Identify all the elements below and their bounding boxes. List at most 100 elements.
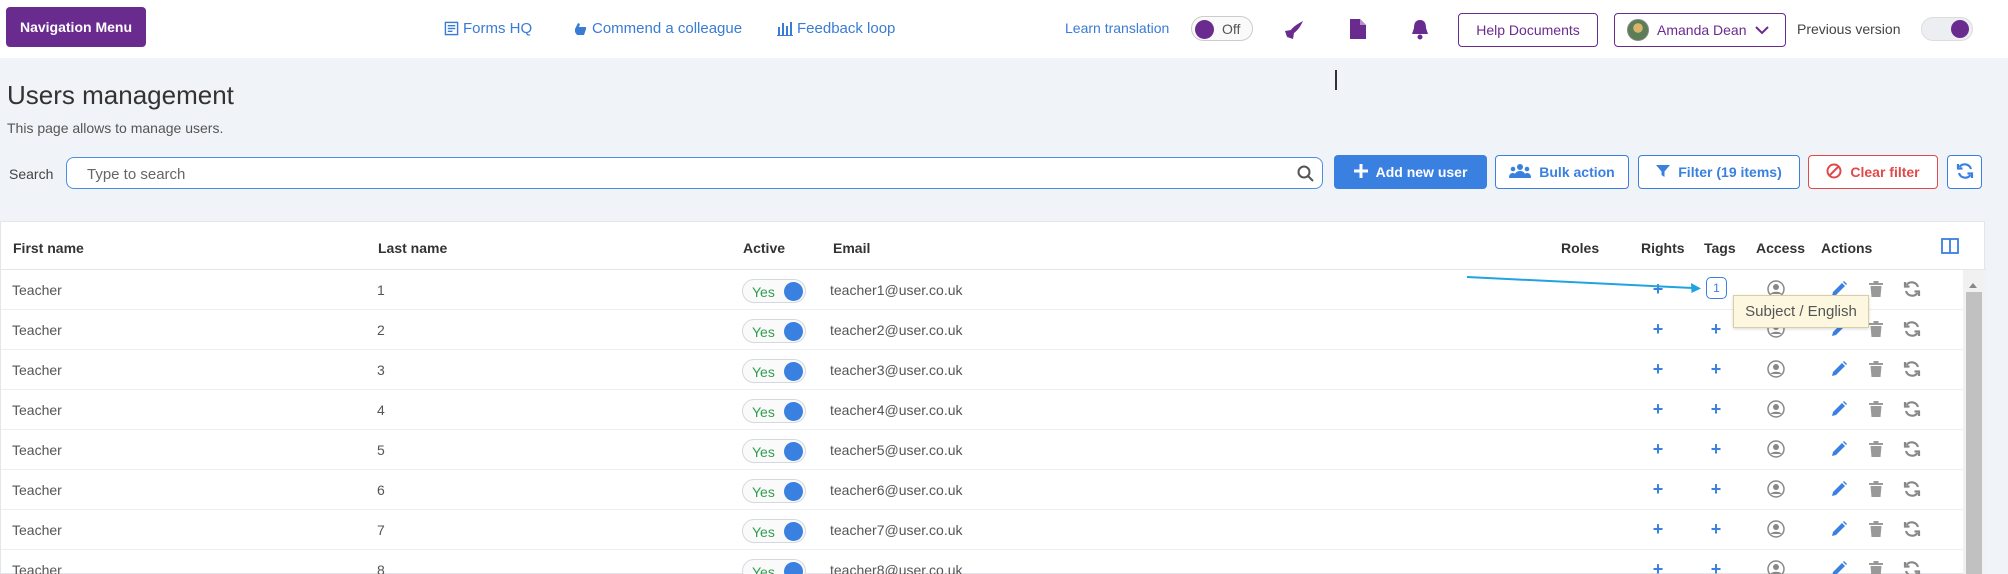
filter-button[interactable]: Filter (19 items) — [1638, 155, 1800, 189]
edit-icon[interactable] — [1828, 438, 1850, 460]
cell-first-name: Teacher — [12, 322, 62, 338]
add-rights-icon[interactable]: + — [1649, 319, 1667, 339]
add-new-user-label: Add new user — [1375, 164, 1468, 180]
feedback-loop-link[interactable]: Feedback loop — [777, 18, 895, 38]
active-toggle[interactable]: Yes — [742, 439, 806, 463]
cell-email: teacher8@user.co.uk — [830, 562, 963, 574]
scrollbar-thumb[interactable] — [1966, 292, 1982, 574]
search-icon[interactable] — [1297, 165, 1314, 187]
reset-icon[interactable] — [1901, 398, 1923, 420]
toggle-knob — [784, 322, 803, 341]
help-documents-button[interactable]: Help Documents — [1458, 13, 1598, 47]
add-tag-icon[interactable]: + — [1707, 399, 1725, 419]
toggle-knob — [1195, 20, 1214, 39]
forms-hq-label: Forms HQ — [463, 19, 533, 37]
text-cursor — [1335, 70, 1337, 90]
delete-icon[interactable] — [1865, 478, 1887, 500]
bell-icon[interactable] — [1407, 16, 1433, 42]
navigation-menu-button[interactable]: Navigation Menu — [6, 7, 146, 47]
add-tag-icon[interactable]: + — [1707, 359, 1725, 379]
active-toggle[interactable]: Yes — [742, 519, 806, 543]
add-rights-icon[interactable]: + — [1649, 519, 1667, 539]
add-rights-icon[interactable]: + — [1649, 559, 1667, 574]
active-toggle[interactable]: Yes — [742, 479, 806, 503]
active-state: Yes — [752, 484, 775, 500]
reset-icon[interactable] — [1901, 558, 1923, 574]
add-new-user-button[interactable]: Add new user — [1334, 155, 1487, 189]
column-email[interactable]: Email — [833, 240, 870, 256]
column-active[interactable]: Active — [743, 240, 785, 256]
edit-icon[interactable] — [1828, 358, 1850, 380]
refresh-button[interactable] — [1947, 155, 1982, 189]
delete-icon[interactable] — [1865, 438, 1887, 460]
access-user-icon[interactable] — [1765, 478, 1787, 500]
forms-hq-link[interactable]: Forms HQ — [444, 18, 532, 38]
tag-tooltip: Subject / English — [1733, 295, 1869, 328]
active-toggle[interactable]: Yes — [742, 559, 806, 574]
add-rights-icon[interactable]: + — [1649, 439, 1667, 459]
learn-translation-toggle[interactable]: Off — [1191, 16, 1253, 41]
access-user-icon[interactable] — [1765, 558, 1787, 574]
toggle-knob — [784, 282, 803, 301]
learn-translation-state: Off — [1222, 21, 1241, 37]
document-icon[interactable] — [1345, 16, 1371, 42]
vertical-scrollbar[interactable] — [1963, 270, 1985, 574]
add-tag-icon[interactable]: + — [1707, 319, 1725, 339]
access-user-icon[interactable] — [1765, 438, 1787, 460]
reset-icon[interactable] — [1901, 518, 1923, 540]
edit-icon[interactable] — [1828, 398, 1850, 420]
delete-icon[interactable] — [1865, 558, 1887, 574]
columns-icon[interactable] — [1941, 238, 1959, 259]
plus-icon — [1353, 163, 1368, 181]
add-tag-icon[interactable]: + — [1707, 519, 1725, 539]
cell-email: teacher6@user.co.uk — [830, 482, 963, 498]
reset-icon[interactable] — [1901, 358, 1923, 380]
column-first-name[interactable]: First name — [13, 240, 84, 256]
reset-icon[interactable] — [1901, 278, 1923, 300]
column-last-name[interactable]: Last name — [378, 240, 447, 256]
active-toggle[interactable]: Yes — [742, 399, 806, 423]
user-menu-button[interactable]: Amanda Dean — [1614, 13, 1786, 47]
delete-icon[interactable] — [1865, 398, 1887, 420]
commend-colleague-label: Commend a colleague — [592, 19, 743, 37]
annotation-arrow — [1466, 276, 1701, 293]
active-toggle[interactable]: Yes — [742, 319, 806, 343]
active-toggle[interactable]: Yes — [742, 279, 806, 303]
avatar — [1627, 19, 1649, 41]
commend-colleague-link[interactable]: Commend a colleague — [572, 18, 742, 38]
add-rights-icon[interactable]: + — [1649, 399, 1667, 419]
delete-icon[interactable] — [1865, 358, 1887, 380]
search-input[interactable] — [87, 163, 1277, 185]
add-rights-icon[interactable]: + — [1649, 479, 1667, 499]
table-row: Teacher 4 Yes teacher4@user.co.uk + + — [1, 390, 1963, 430]
rocket-icon[interactable] — [1282, 16, 1308, 42]
reset-icon[interactable] — [1901, 478, 1923, 500]
delete-icon[interactable] — [1865, 518, 1887, 540]
edit-icon[interactable] — [1828, 558, 1850, 574]
edit-icon[interactable] — [1828, 518, 1850, 540]
cell-last-name: 7 — [377, 522, 385, 538]
edit-icon[interactable] — [1828, 478, 1850, 500]
cell-first-name: Teacher — [12, 402, 62, 418]
add-tag-icon[interactable]: + — [1707, 479, 1725, 499]
access-user-icon[interactable] — [1765, 358, 1787, 380]
table-body: Teacher 1 Yes teacher1@user.co.uk + 1 Te… — [1, 270, 1963, 574]
active-toggle[interactable]: Yes — [742, 359, 806, 383]
active-state: Yes — [752, 564, 775, 574]
previous-version-toggle[interactable] — [1921, 17, 1973, 41]
column-roles: Roles — [1561, 240, 1600, 256]
reset-icon[interactable] — [1901, 438, 1923, 460]
filter-label: Filter (19 items) — [1678, 164, 1782, 180]
form-icon — [444, 21, 459, 36]
add-rights-icon[interactable]: + — [1649, 359, 1667, 379]
clear-filter-button[interactable]: Clear filter — [1808, 155, 1938, 189]
bulk-action-button[interactable]: Bulk action — [1495, 155, 1629, 189]
column-access: Access — [1756, 240, 1806, 256]
reset-icon[interactable] — [1901, 318, 1923, 340]
access-user-icon[interactable] — [1765, 518, 1787, 540]
toggle-knob — [1951, 20, 1969, 38]
access-user-icon[interactable] — [1765, 398, 1787, 420]
add-tag-icon[interactable]: + — [1707, 559, 1725, 574]
active-state: Yes — [752, 364, 775, 380]
add-tag-icon[interactable]: + — [1707, 439, 1725, 459]
